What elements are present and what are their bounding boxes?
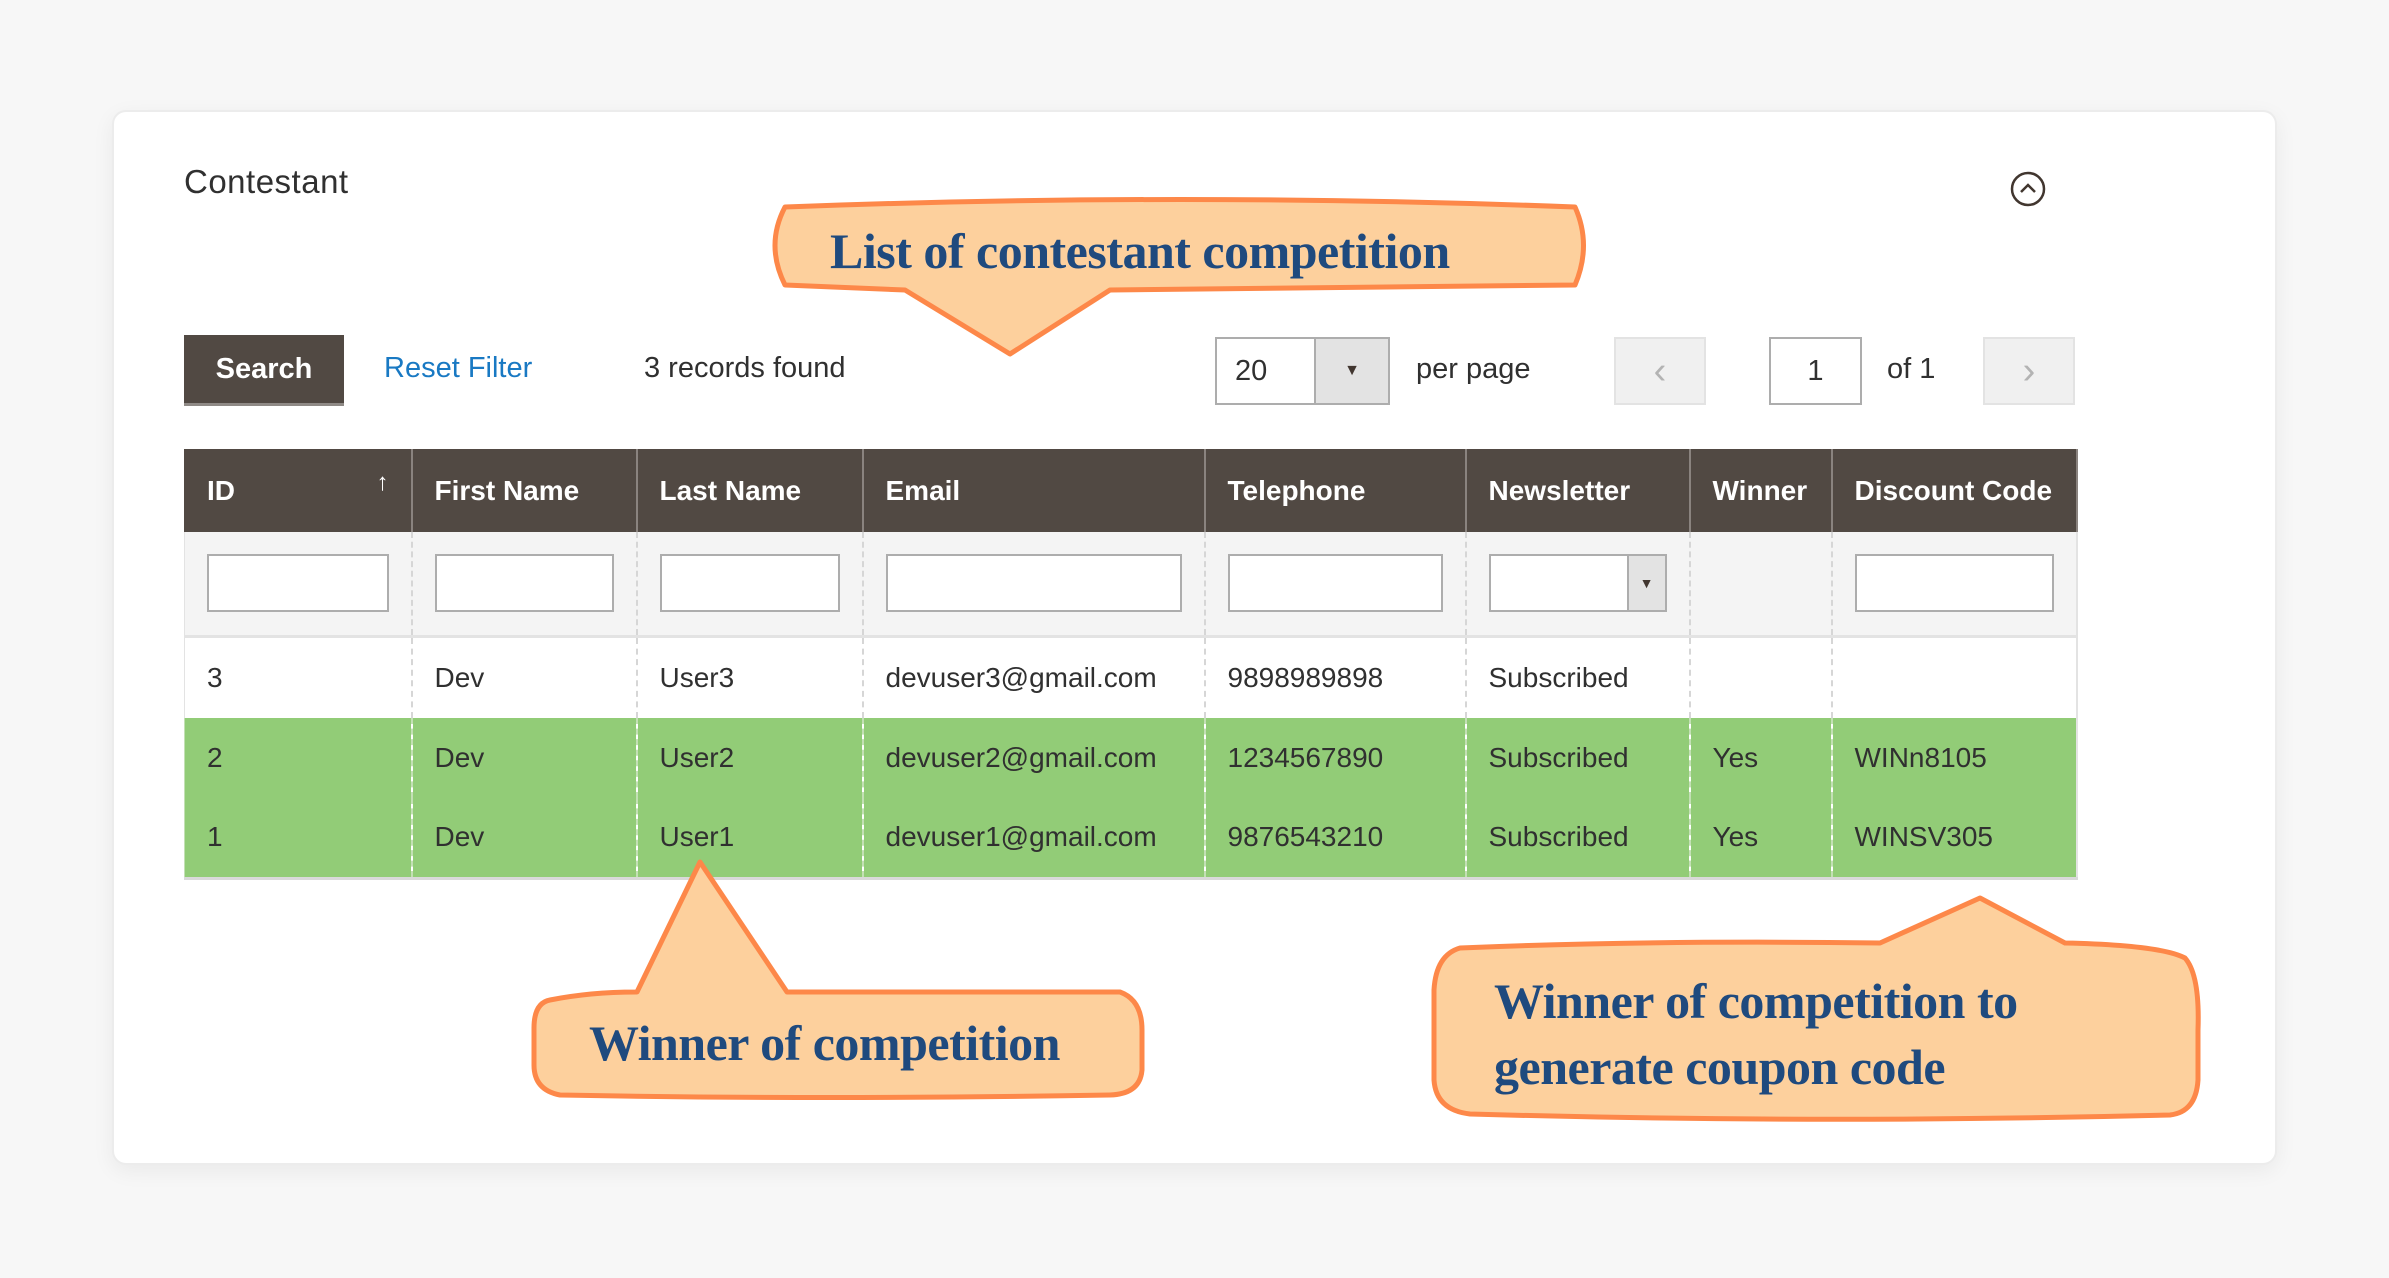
callout-list-text: List of contestant competition xyxy=(830,223,1450,279)
filter-email-input[interactable] xyxy=(885,554,1182,613)
filter-last-name-input[interactable] xyxy=(659,554,840,613)
chevron-left-icon: ‹ xyxy=(1653,349,1667,392)
filter-cell xyxy=(1830,532,2078,638)
previous-page-button[interactable]: ‹ xyxy=(1614,337,1706,405)
filter-cell xyxy=(1203,532,1466,638)
cell-first-name: Dev xyxy=(410,636,637,718)
table-header-row: ID ↑ First Name Last Name Email Telephone… xyxy=(184,449,2078,532)
table-row[interactable]: 3 Dev User3 devuser3@gmail.com 989898989… xyxy=(184,636,2078,718)
panel-title: Contestant xyxy=(184,163,349,200)
per-page-value: 20 xyxy=(1235,355,1268,387)
cell-id: 1 xyxy=(184,798,412,880)
cell-winner: Yes xyxy=(1688,718,1832,798)
column-header-telephone[interactable]: Telephone xyxy=(1203,449,1467,532)
chevron-up-circle-icon xyxy=(2010,171,2046,207)
cell-newsletter: Subscribed xyxy=(1464,798,1690,880)
page-total-label: of 1 xyxy=(1887,353,1936,385)
column-header-first-name[interactable]: First Name xyxy=(410,449,638,532)
column-header-last-name[interactable]: Last Name xyxy=(635,449,864,532)
cell-telephone: 1234567890 xyxy=(1203,718,1466,798)
cell-newsletter: Subscribed xyxy=(1464,636,1690,718)
filter-discount-code-input[interactable] xyxy=(1854,554,2054,613)
filter-cell: ▼ xyxy=(1464,532,1690,638)
cell-discount-code: WINn8105 xyxy=(1830,718,2078,798)
cell-id: 2 xyxy=(184,718,412,798)
cell-id: 3 xyxy=(184,636,412,718)
cell-discount-code: WINSV305 xyxy=(1830,798,2078,880)
column-header-newsletter[interactable]: Newsletter xyxy=(1464,449,1691,532)
collapse-button[interactable] xyxy=(2009,170,2047,208)
cell-email: devuser2@gmail.com xyxy=(861,718,1205,798)
cell-last-name: User2 xyxy=(635,718,863,798)
cell-telephone: 9876543210 xyxy=(1203,798,1466,880)
cell-email: devuser3@gmail.com xyxy=(861,636,1205,718)
search-button[interactable]: Search xyxy=(184,335,344,406)
cell-discount-code xyxy=(1830,636,2078,718)
column-header-id[interactable]: ID ↑ xyxy=(184,449,413,532)
records-count: 3 records found xyxy=(644,352,846,384)
callout-winner-text: Winner of competition xyxy=(589,1015,1060,1071)
filter-cell-empty xyxy=(1688,532,1832,638)
cell-last-name: User1 xyxy=(635,798,863,880)
table-row-winner[interactable]: 1 Dev User1 devuser1@gmail.com 987654321… xyxy=(184,798,2078,880)
cell-winner xyxy=(1688,636,1832,718)
cell-first-name: Dev xyxy=(410,798,637,880)
cell-newsletter: Subscribed xyxy=(1464,718,1690,798)
reset-filter-link[interactable]: Reset Filter xyxy=(384,352,532,385)
column-header-email[interactable]: Email xyxy=(861,449,1206,532)
callout-coupon-text-line1: Winner of competition to xyxy=(1494,973,2018,1029)
filter-cell xyxy=(410,532,637,638)
dropdown-arrow-icon: ▼ xyxy=(1314,339,1388,403)
next-page-button[interactable]: › xyxy=(1983,337,2075,405)
cell-last-name: User3 xyxy=(635,636,863,718)
callout-coupon-text-line2: generate coupon code xyxy=(1494,1039,1946,1095)
cell-winner: Yes xyxy=(1688,798,1832,880)
column-header-winner[interactable]: Winner xyxy=(1688,449,1833,532)
filter-row: ▼ xyxy=(184,532,2078,638)
cell-telephone: 9898989898 xyxy=(1203,636,1466,718)
filter-cell xyxy=(635,532,863,638)
page-number-input[interactable] xyxy=(1769,337,1862,405)
contestant-grid: ID ↑ First Name Last Name Email Telephone… xyxy=(184,449,2078,880)
column-label: ID xyxy=(207,474,235,506)
filter-id-input[interactable] xyxy=(207,554,389,613)
column-header-discount-code[interactable]: Discount Code xyxy=(1830,449,2078,532)
per-page-label: per page xyxy=(1416,353,1531,385)
filter-newsletter-select[interactable]: ▼ xyxy=(1488,554,1667,613)
table-row-winner[interactable]: 2 Dev User2 devuser2@gmail.com 123456789… xyxy=(184,718,2078,798)
select-value xyxy=(1491,556,1627,610)
filter-cell xyxy=(861,532,1205,638)
per-page-select[interactable]: 20 ▼ xyxy=(1215,337,1390,405)
filter-first-name-input[interactable] xyxy=(434,554,614,613)
chevron-right-icon: › xyxy=(2022,349,2036,392)
cell-first-name: Dev xyxy=(410,718,637,798)
filter-cell xyxy=(184,532,412,638)
cell-email: devuser1@gmail.com xyxy=(861,798,1205,880)
filter-telephone-input[interactable] xyxy=(1227,554,1443,613)
dropdown-arrow-icon: ▼ xyxy=(1626,556,1665,611)
sort-ascending-icon: ↑ xyxy=(376,469,389,496)
